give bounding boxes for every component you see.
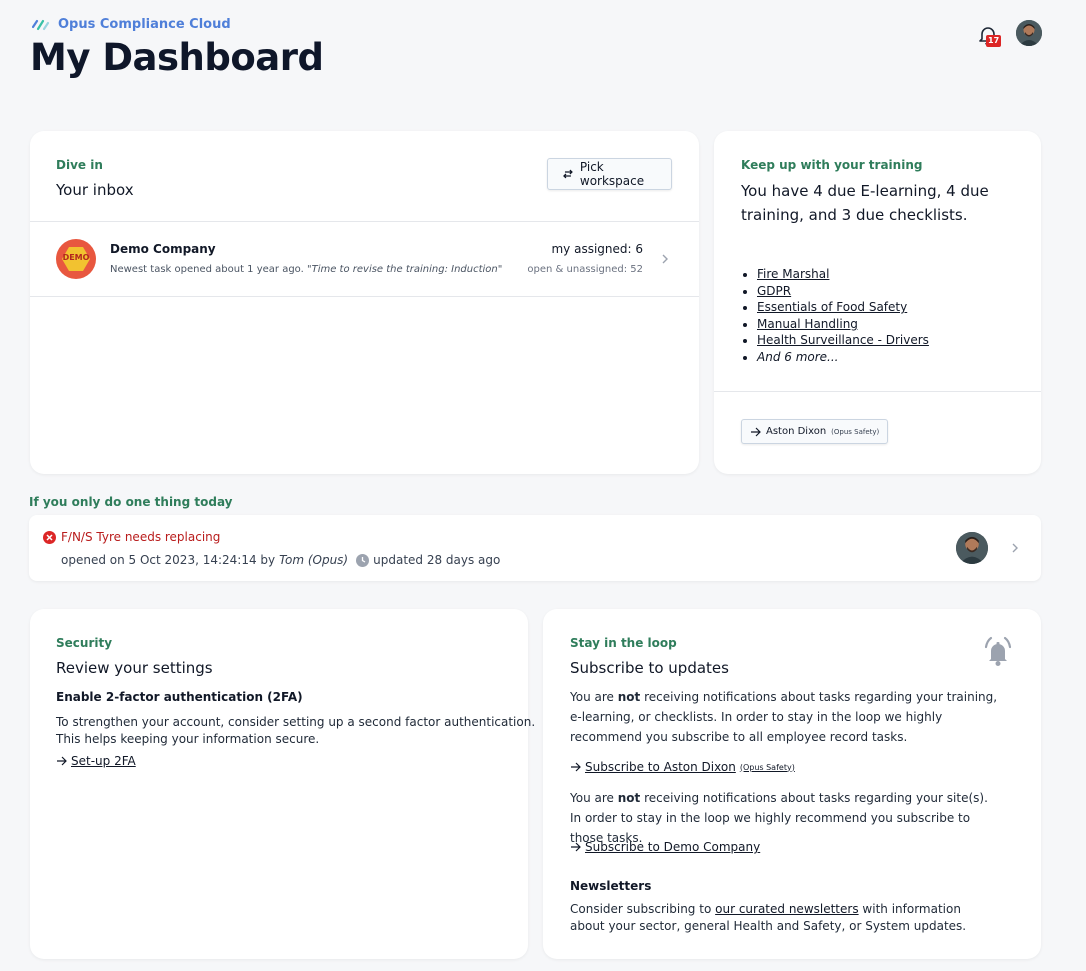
you-are-1: You are xyxy=(570,690,614,704)
training-item-link[interactable]: Health Surveillance - Drivers xyxy=(757,333,929,347)
subscribe-demo-label: Subscribe to Demo Company xyxy=(585,840,761,854)
priority-task-meta: opened on 5 Oct 2023, 14:24:14 by Tom (O… xyxy=(61,553,500,567)
employee-record-button[interactable]: Aston Dixon (Opus Safety) xyxy=(741,419,889,444)
training-item[interactable]: Essentials of Food Safety xyxy=(757,299,1021,316)
security-eyebrow: Security xyxy=(56,636,113,650)
not-1: not xyxy=(617,690,641,704)
training-item-link[interactable]: Fire Marshal xyxy=(757,267,829,281)
my-assigned-count: my assigned: 6 xyxy=(551,242,643,256)
brand[interactable]: Opus Compliance Cloud xyxy=(32,17,231,32)
twofa-desc-line1: To strengthen your account, consider set… xyxy=(56,715,536,729)
security-card: Security Review your settings Enable 2-f… xyxy=(30,609,535,959)
training-divider xyxy=(714,391,1041,392)
twofa-description: To strengthen your account, consider set… xyxy=(56,714,535,748)
training-list: Fire Marshal GDPR Essentials of Food Safet… xyxy=(741,266,1021,366)
arrow-right-icon xyxy=(57,756,67,766)
chevron-right-icon xyxy=(1012,543,1018,553)
site-notification-text: You are not receiving notifications abou… xyxy=(570,788,1000,848)
employee-org: (Opus Safety) xyxy=(831,427,880,436)
assignee-avatar xyxy=(956,532,988,564)
training-item-link[interactable]: GDPR xyxy=(757,284,791,298)
ringing-bell-icon xyxy=(984,636,1012,666)
training-item[interactable]: Manual Handling xyxy=(757,316,1021,333)
notification-count-badge: 17 xyxy=(986,35,1002,47)
security-title: Review your settings xyxy=(56,659,213,677)
subscribe-aston-label: Subscribe to Aston Dixon xyxy=(585,760,736,774)
assignee-portrait-icon xyxy=(956,532,988,564)
subscribe-card: Stay in the loop Subscribe to updates Yo… xyxy=(543,609,1041,959)
inbox-eyebrow: Dive in xyxy=(56,158,103,172)
training-item-link[interactable]: Manual Handling xyxy=(757,317,858,331)
company-name: Demo Company xyxy=(110,242,216,256)
brand-logo-icon xyxy=(32,19,50,30)
inbox-divider-bottom xyxy=(30,296,699,297)
loop-title: Subscribe to updates xyxy=(570,659,729,677)
company-logo: DEMO xyxy=(56,239,96,279)
newsletters-link[interactable]: our curated newsletters xyxy=(715,902,858,916)
loop-eyebrow: Stay in the loop xyxy=(570,636,677,650)
newsletters-text: Consider subscribing to our curated news… xyxy=(570,901,990,935)
company-newest-task: Newest task opened about 1 year ago. "Ti… xyxy=(110,264,502,275)
not-2: not xyxy=(617,791,641,805)
news-prefix: Consider subscribing to xyxy=(570,902,712,916)
training-card: Keep up with your training You have 4 du… xyxy=(714,131,1041,474)
clock-icon xyxy=(356,553,370,567)
training-eyebrow: Keep up with your training xyxy=(741,158,923,172)
arrow-right-icon xyxy=(571,842,581,852)
training-item[interactable]: Fire Marshal xyxy=(757,266,1021,283)
subscribe-demo-company-link[interactable]: Subscribe to Demo Company xyxy=(570,840,760,854)
training-notification-text: You are not receiving notifications abou… xyxy=(570,687,1010,747)
open-unassigned-count: open & unassigned: 52 xyxy=(527,264,643,275)
pick-workspace-label: Pick workspace xyxy=(579,160,645,188)
user-avatar[interactable] xyxy=(1016,20,1042,46)
training-more: And 6 more... xyxy=(757,349,1021,366)
subscribe-aston-link[interactable]: Subscribe to Aston Dixon (Opus Safety) xyxy=(570,760,795,774)
twofa-desc-line2: This helps keeping your information secu… xyxy=(56,732,320,746)
setup-2fa-label: Set-up 2FA xyxy=(71,754,136,768)
priority-task-card[interactable]: F/N/S Tyre needs replacing opened on 5 O… xyxy=(29,515,1041,581)
subscribe-aston-org: (Opus Safety) xyxy=(739,762,795,772)
pick-workspace-button[interactable]: Pick workspace xyxy=(547,158,672,190)
training-item-link[interactable]: Essentials of Food Safety xyxy=(757,300,907,314)
newest-task-quote: "Time to revise the training: Induction" xyxy=(306,264,503,275)
inbox-card: Dive in Your inbox Pick workspace DEMO D… xyxy=(30,131,699,474)
opened-prefix: opened on 5 Oct 2023, 14:24:14 by xyxy=(61,553,276,567)
chevron-right-icon xyxy=(662,254,668,264)
you-are-2: You are xyxy=(570,791,614,805)
arrow-right-icon xyxy=(751,427,761,436)
updated-ago: updated 28 days ago xyxy=(373,553,501,567)
training-summary: You have 4 due E-learning, 4 due trainin… xyxy=(741,182,989,224)
inbox-company-row[interactable]: DEMO Demo Company Newest task opened abo… xyxy=(30,222,699,296)
error-icon xyxy=(43,531,56,544)
avatar-portrait-icon xyxy=(1016,20,1042,46)
priority-task-title[interactable]: F/N/S Tyre needs replacing xyxy=(61,530,220,544)
page-title: My Dashboard xyxy=(30,36,324,79)
employee-name: Aston Dixon xyxy=(766,426,827,437)
twofa-heading: Enable 2-factor authentication (2FA) xyxy=(56,690,303,704)
newest-task-text: Newest task opened about 1 year ago. xyxy=(110,264,304,275)
newsletters-heading: Newsletters xyxy=(570,879,652,893)
company-logo-text: DEMO xyxy=(62,253,90,262)
training-item[interactable]: GDPR xyxy=(757,283,1021,300)
arrow-right-icon xyxy=(571,762,581,772)
swap-arrows-icon xyxy=(563,169,573,179)
inbox-title: Your inbox xyxy=(56,181,134,199)
one-thing-eyebrow: If you only do one thing today xyxy=(29,495,233,509)
brand-name: Opus Compliance Cloud xyxy=(58,17,231,32)
setup-2fa-link[interactable]: Set-up 2FA xyxy=(56,754,136,768)
training-item[interactable]: Health Surveillance - Drivers xyxy=(757,332,1021,349)
opened-by: Tom (Opus) xyxy=(279,553,349,567)
